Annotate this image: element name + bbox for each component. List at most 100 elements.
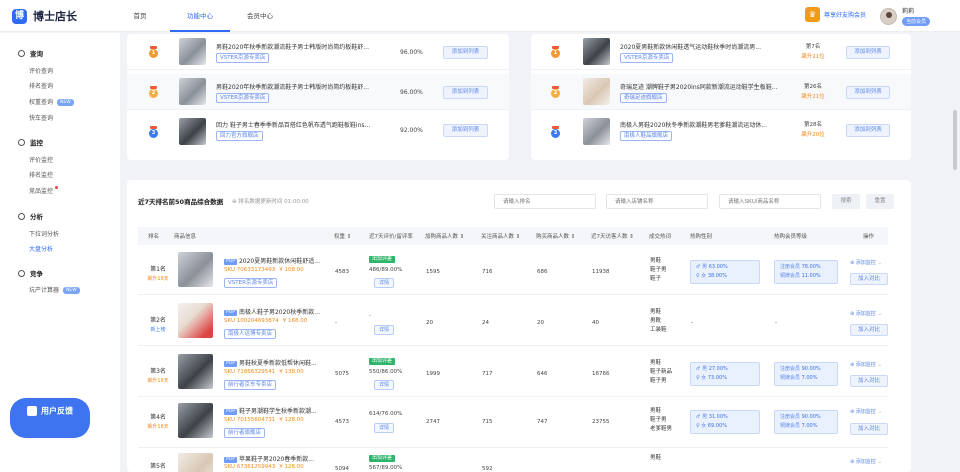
add-compare-button[interactable]: 加入对比	[850, 324, 888, 336]
review-rate: 486/89.00%	[369, 267, 403, 273]
add-to-list-button[interactable]: 添加到列表	[443, 46, 488, 59]
add-to-list-button[interactable]: 添加到列表	[443, 124, 488, 137]
shop-tag[interactable]: 前行者京东专卖店	[224, 380, 277, 390]
sidebar-item-review-query[interactable]: 评价查询	[29, 66, 53, 75]
add-compare-button[interactable]: 加入对比	[850, 273, 888, 285]
product-image[interactable]	[178, 252, 213, 287]
rank-cell: 第3名 飙升16天	[147, 368, 169, 384]
add-monitor-button[interactable]: ⊕ 添加监控 ⌄	[850, 458, 882, 465]
follow-value: 716	[482, 269, 493, 275]
detail-button[interactable]: 详情	[374, 380, 395, 390]
col-follow[interactable]: 关注商品人数 ⇕	[481, 232, 520, 240]
product-name[interactable]: POP 男鞋秋夏季新款低帮休闲鞋...	[224, 358, 334, 367]
sidebar-item-rank-monitor[interactable]: 排名监控	[29, 170, 53, 179]
sidebar-item-competitor-monitor[interactable]: 竞品监控	[29, 186, 59, 195]
product-image[interactable]	[583, 118, 610, 145]
col-cart[interactable]: 加购商品人数 ⇕	[425, 232, 464, 240]
product-name[interactable]: POP 2020夏男鞋新款休闲鞋舒适...	[224, 256, 334, 265]
detail-button[interactable]: 详情	[374, 423, 395, 433]
product-name[interactable]: 2020夏男鞋新款休闲鞋透气运动鞋秋季时尚潮流男...	[620, 42, 788, 51]
sku-price: SKU 70155604731 ¥ 128.00	[224, 417, 304, 423]
add-monitor-button[interactable]: ⊕ 添加监控 ⌄	[850, 259, 882, 266]
add-to-list-button[interactable]: 添加到列表	[846, 86, 890, 99]
logo[interactable]: 博 博士店长	[12, 8, 77, 24]
scrollbar[interactable]	[953, 110, 957, 170]
gender-box: ♂ 男 31.00% ♀ 女 69.00%	[690, 410, 760, 434]
shop-tag[interactable]: 南极人鞋品旗舰店	[620, 131, 673, 141]
keywords: 男鞋 鞋子男 鞋子	[650, 258, 667, 282]
sidebar-item-dropdown-analysis[interactable]: 下拉词分析	[29, 229, 59, 238]
feedback-button[interactable]: 用户反馈	[10, 398, 90, 462]
product-image[interactable]	[583, 38, 610, 65]
product-name[interactable]: 奇瑞足迹 潮牌鞋子男2020ins同款新潮流运动鞋学生板鞋...	[620, 82, 788, 91]
col-buy[interactable]: 购买商品人数 ⇕	[536, 232, 575, 240]
pop-badge: POP	[224, 456, 237, 463]
sidebar-item-rank-query[interactable]: 排名查询	[29, 81, 53, 90]
col-weight[interactable]: 权重 ⇕	[334, 232, 351, 240]
detail-button[interactable]: 详情	[374, 325, 395, 335]
product-image[interactable]	[179, 78, 206, 105]
product-name[interactable]: POP 苹果鞋子男2020春季新款...	[224, 454, 334, 463]
product-image[interactable]	[178, 453, 213, 472]
cart-value: 1595	[426, 269, 440, 275]
shop-tag[interactable]: 南极人运博专卖店	[224, 329, 277, 339]
weight-value: 4573	[335, 419, 349, 425]
col-visit[interactable]: 近7天访客人数 ⇕	[591, 232, 634, 240]
shop-tag[interactable]: 前行者旗舰店	[224, 428, 266, 438]
product-name[interactable]: POP 鞋子男潮鞋学生秋季新款潮...	[224, 406, 334, 415]
add-monitor-button[interactable]: ⊕ 添加监控 ⌄	[850, 361, 882, 368]
section-monitor: 监控	[18, 137, 43, 147]
shop-tag[interactable]: VSTER京源专卖店	[216, 53, 270, 63]
sidebar-item-weight-query[interactable]: 权重查询 NEW	[29, 97, 74, 106]
shop-tag[interactable]: 回力官方旗舰店	[216, 131, 263, 141]
product-name[interactable]: 南极人男鞋2020秋冬季新款潮鞋男老爹鞋潮流运动休...	[620, 120, 788, 129]
nav-function-center[interactable]: 功能中心	[170, 0, 230, 32]
weight-value: -	[335, 320, 337, 326]
product-name[interactable]: 回力 鞋子男士春季季新品百搭红色帆布透气跑鞋板鞋ins...	[216, 120, 381, 129]
product-name[interactable]: POP 南极人鞋子男2020秋季新款...	[224, 307, 334, 316]
shop-filter-input[interactable]	[606, 194, 708, 209]
product-image[interactable]	[178, 354, 213, 389]
product-image[interactable]	[178, 303, 213, 338]
sidebar-item-market-analysis[interactable]: 大盘分析	[29, 244, 53, 253]
add-compare-button[interactable]: 加入对比	[850, 375, 888, 387]
product-image[interactable]	[179, 118, 206, 145]
shop-tag[interactable]: VSTER京源专卖店	[224, 278, 278, 288]
add-to-list-button[interactable]: 添加到列表	[443, 86, 488, 99]
update-time: ⊕ 排名数据更新时间 01:00:00	[232, 199, 309, 205]
search-button[interactable]: 搜索	[832, 194, 860, 209]
add-to-list-button[interactable]: 添加到列表	[846, 124, 890, 137]
product-image[interactable]	[583, 78, 610, 105]
follow-value: 717	[482, 371, 493, 377]
sku-price: SKU 67361259943 ¥ 128.00	[224, 464, 304, 470]
product-image[interactable]	[179, 38, 206, 65]
add-monitor-button[interactable]: ⊕ 添加监控 ⌄	[850, 310, 882, 317]
detail-button[interactable]: 详情	[374, 278, 395, 288]
reset-button[interactable]: 重置	[866, 194, 894, 209]
product-image[interactable]	[178, 403, 213, 438]
product-name[interactable]: 男鞋2020年秋季新款潮流鞋子男士韩版时尚简约板鞋舒...	[216, 82, 381, 91]
rank-filter-input[interactable]	[494, 194, 596, 209]
silver-medal-icon: 2	[149, 86, 158, 98]
add-to-list-button[interactable]: 添加到列表	[846, 46, 890, 59]
section-title: 近7天排名前50商品综合数据	[138, 198, 224, 206]
list-item: 1 2020夏男鞋新款休闲鞋透气运动鞋秋季时尚潮流男... VSTER京源专卖店…	[531, 34, 911, 70]
sidebar-item-review-monitor[interactable]: 评价监控	[29, 155, 53, 164]
sku-filter-input[interactable]	[719, 194, 821, 209]
rank-cell: 第5名	[150, 463, 166, 470]
shop-tag[interactable]: VSTER京源专卖店	[620, 53, 674, 63]
sidebar-item-calculator[interactable]: 坑产计算器 NEW	[29, 285, 80, 294]
chat-icon	[27, 406, 37, 416]
avatar[interactable]	[880, 7, 897, 25]
nav-member-center[interactable]: 会员中心	[230, 0, 290, 32]
add-monitor-button[interactable]: ⊕ 添加监控 ⌄	[850, 408, 882, 415]
shop-tag[interactable]: VSTER京源专卖店	[216, 93, 270, 103]
nav-home[interactable]: 首页	[110, 0, 170, 32]
shop-tag[interactable]: 奇瑞足迹旗舰店	[620, 93, 667, 103]
user-menu[interactable]: 莉莉 当前会员	[880, 6, 931, 26]
add-compare-button[interactable]: 加入对比	[850, 423, 888, 435]
sidebar-item-express-query[interactable]: 快车查询	[29, 113, 53, 122]
product-name[interactable]: 男鞋2020年秋季新款潮流鞋子男士韩版时尚简约板鞋舒...	[216, 42, 381, 51]
sidebar: 查询 评价查询 排名查询 权重查询 NEW 快车查询 监控 评价监控 排名监控 竞…	[0, 33, 120, 472]
vip-entry[interactable]: ♛ 尊享好友购会员	[805, 7, 866, 22]
